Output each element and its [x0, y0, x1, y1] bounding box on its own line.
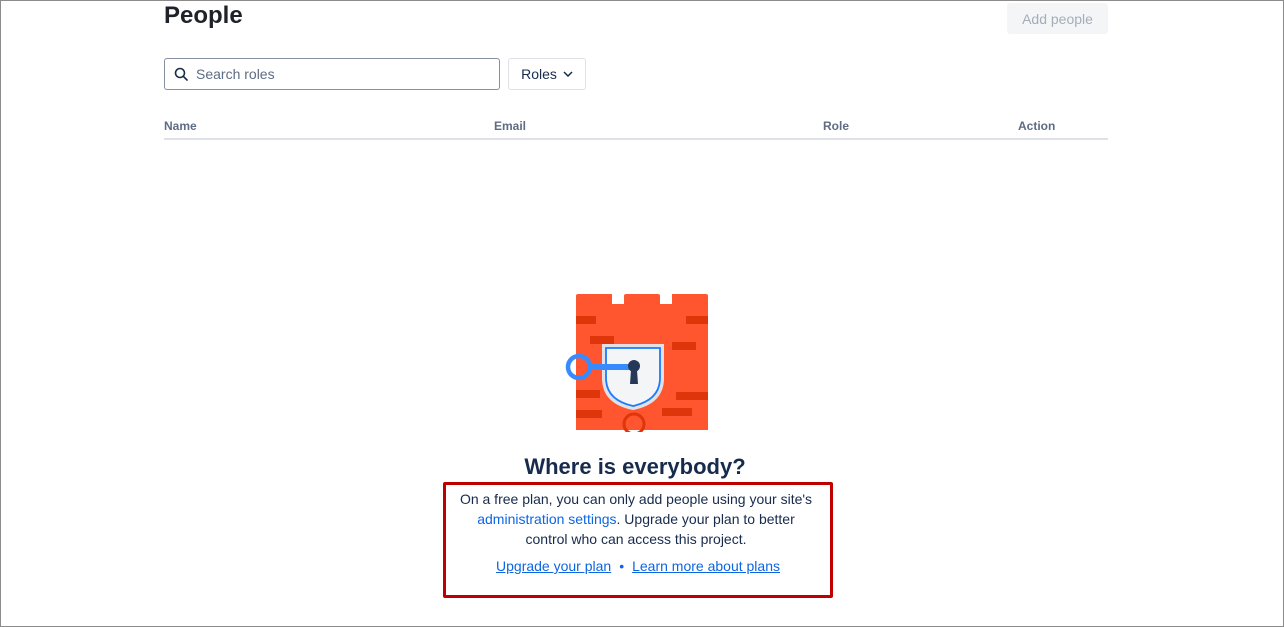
page-title: People [164, 2, 243, 29]
locked-castle-illustration [565, 294, 708, 432]
search-input[interactable] [194, 65, 488, 83]
roles-dropdown[interactable]: Roles [508, 58, 586, 90]
column-header-role[interactable]: Role [823, 119, 849, 133]
search-roles-field[interactable] [164, 58, 500, 90]
add-people-button[interactable]: Add people [1007, 3, 1108, 34]
table-header-divider [164, 138, 1108, 140]
empty-state-description: On a free plan, you can only add people … [455, 489, 817, 549]
column-header-email[interactable]: Email [494, 119, 526, 133]
search-icon [174, 67, 188, 81]
separator-dot: • [619, 558, 625, 574]
empty-state-actions: Upgrade your plan • Learn more about plans [443, 558, 833, 574]
column-header-name[interactable]: Name [164, 119, 197, 133]
administration-settings-link[interactable]: administration settings [477, 511, 616, 527]
roles-dropdown-label: Roles [521, 66, 557, 82]
column-header-action: Action [1018, 119, 1056, 133]
chevron-down-icon [563, 71, 573, 77]
description-text: On a free plan, you can only add people … [459, 491, 813, 507]
upgrade-plan-link[interactable]: Upgrade your plan [496, 558, 611, 574]
learn-more-plans-link[interactable]: Learn more about plans [632, 558, 780, 574]
empty-state-title: Where is everybody? [524, 454, 746, 479]
